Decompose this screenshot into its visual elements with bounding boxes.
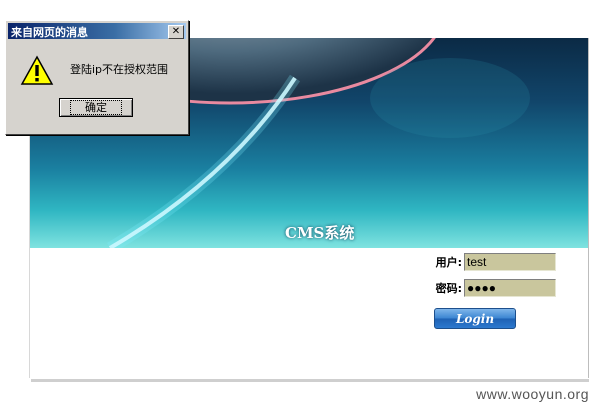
username-row: 用户: test bbox=[400, 252, 556, 272]
ok-button-label: 确定 bbox=[70, 100, 122, 115]
site-title: CMS系统 bbox=[285, 224, 355, 242]
password-label: 密码: bbox=[435, 282, 462, 295]
username-label: 用户: bbox=[435, 256, 462, 269]
username-input[interactable]: test bbox=[464, 253, 556, 271]
watermark: www.wooyun.org bbox=[476, 386, 589, 402]
password-input[interactable]: ●●●● bbox=[464, 279, 556, 297]
warning-icon bbox=[20, 55, 54, 85]
dialog-title: 来自网页的消息 bbox=[11, 26, 88, 39]
dialog-titlebar[interactable]: 来自网页的消息 ✕ bbox=[8, 23, 186, 39]
panel-shadow bbox=[31, 379, 589, 382]
password-row: 密码: ●●●● bbox=[400, 278, 556, 298]
login-button[interactable]: Login bbox=[434, 308, 516, 329]
dialog-message: 登陆ip不在授权范围 bbox=[70, 63, 169, 76]
close-button[interactable]: ✕ bbox=[168, 25, 184, 39]
ok-button[interactable]: 确定 bbox=[59, 98, 133, 117]
alert-dialog: 来自网页的消息 ✕ 登陆ip不在授权范围 确定 bbox=[5, 20, 189, 135]
